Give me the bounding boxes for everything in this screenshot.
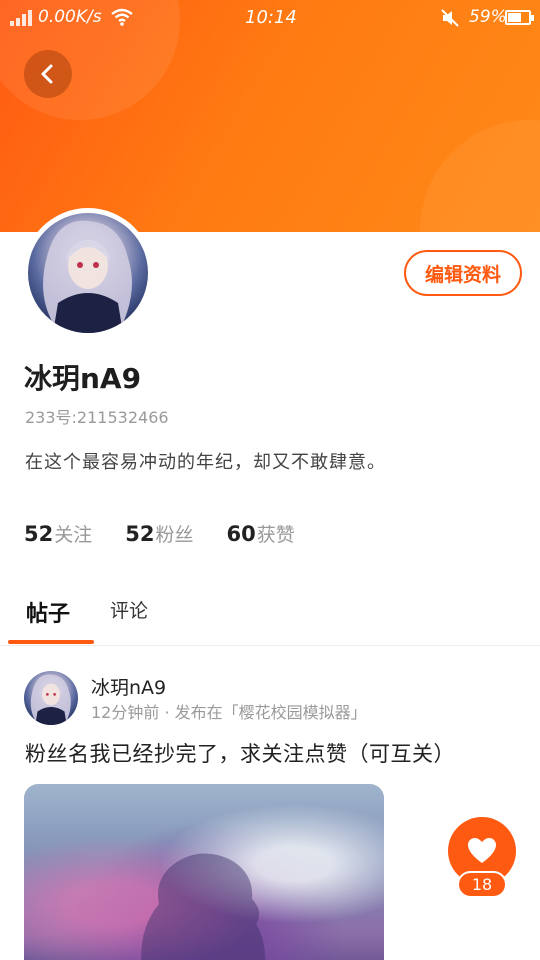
- profile-tabs: 帖子 评论: [0, 580, 540, 646]
- profile-username: 冰玥nA9: [24, 362, 142, 395]
- decor-circle: [420, 120, 540, 232]
- stat-following[interactable]: 52 关注: [24, 520, 92, 547]
- post-meta: 12分钟前 · 发布在「樱花校园模拟器」: [91, 703, 367, 722]
- signal-icon: [10, 10, 32, 26]
- active-tab-indicator: [8, 640, 94, 644]
- profile-uid: 233号:211532466: [25, 408, 169, 427]
- edit-profile-button[interactable]: 编辑资料: [404, 250, 522, 296]
- profile-stats: 52 关注 52 粉丝 60 获赞: [24, 520, 295, 547]
- heart-icon: [468, 838, 496, 863]
- network-speed: 0.00K/s: [38, 7, 102, 27]
- battery-percent: 59%: [469, 7, 507, 27]
- post-author-name[interactable]: 冰玥nA9: [91, 673, 166, 700]
- stat-number: 52: [125, 522, 155, 546]
- tab-posts[interactable]: 帖子: [26, 596, 70, 628]
- clock: 10:14: [245, 7, 297, 28]
- chevron-left-icon: [41, 64, 53, 84]
- stat-label: 获赞: [256, 524, 295, 546]
- post-image[interactable]: [24, 784, 384, 960]
- wifi-icon: [111, 8, 133, 31]
- battery-icon: [505, 10, 534, 25]
- tab-comments[interactable]: 评论: [110, 596, 148, 623]
- stat-label: 关注: [54, 524, 93, 546]
- stat-likes: 60 获赞: [227, 520, 295, 547]
- back-button[interactable]: [24, 50, 72, 98]
- profile-bio: 在这个最容易冲动的年纪，却又不敢肆意。: [25, 452, 386, 473]
- status-bar: 0.00K/s 10:14 59%: [0, 0, 540, 38]
- post-text[interactable]: 粉丝名我已经抄完了，求关注点赞（可互关）: [25, 738, 455, 768]
- stat-label: 粉丝: [155, 524, 194, 546]
- stat-number: 52: [24, 522, 54, 546]
- profile-avatar[interactable]: [23, 208, 153, 338]
- post-author-avatar[interactable]: [24, 671, 78, 725]
- avatar-image: [28, 213, 148, 333]
- like-count-badge: 18: [457, 871, 507, 898]
- mute-icon: [440, 8, 460, 33]
- stat-number: 60: [226, 522, 256, 546]
- stat-followers[interactable]: 52 粉丝: [125, 520, 193, 547]
- profile-header-banner: 0.00K/s 10:14 59%: [0, 0, 540, 232]
